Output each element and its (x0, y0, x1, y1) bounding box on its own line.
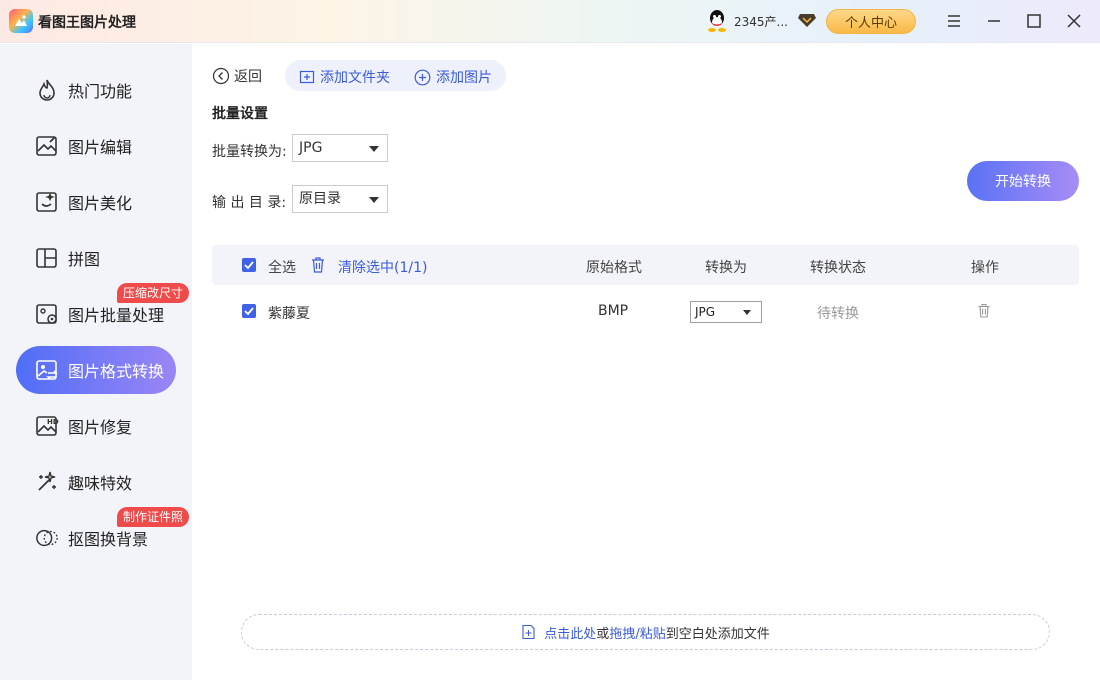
back-arrow-icon (212, 67, 230, 85)
magic-wand-icon (35, 470, 59, 494)
check-icon (244, 261, 254, 270)
sidebar: 热门功能 图片编辑 图片美化 拼图 图片批量处理 压缩改尺寸 图片格式转换 HD (0, 44, 192, 680)
svg-text:HD: HD (47, 418, 59, 426)
row-delete-icon[interactable] (977, 303, 991, 323)
header-convert-to: 转换为 (705, 260, 747, 276)
app-logo-icon (9, 9, 33, 33)
add-folder-icon (299, 70, 315, 84)
collage-icon (35, 246, 59, 270)
row-format-select[interactable]: JPG (690, 301, 762, 323)
select-all-checkbox[interactable] (242, 258, 256, 272)
badge-compress-resize: 压缩改尺寸 (117, 283, 190, 303)
image-beautify-icon (35, 190, 59, 214)
back-button[interactable]: 返回 (212, 66, 262, 86)
row-original-format: BMP (598, 303, 629, 319)
check-icon (244, 307, 254, 316)
sidebar-item-image-convert[interactable]: 图片格式转换 (16, 346, 176, 394)
close-icon[interactable] (1064, 11, 1084, 31)
flame-icon (35, 78, 59, 102)
clear-selected-link[interactable]: 清除选中(1/1) (338, 257, 427, 277)
app-title: 看图王图片处理 (38, 15, 136, 31)
drop-zone[interactable]: 点击此处 或 拖拽/粘贴 到空白处添加文件 (241, 614, 1050, 650)
add-folder-button[interactable]: 添加文件夹 (299, 67, 390, 87)
badge-id-photo: 制作证件照 (117, 507, 190, 527)
click-here-link[interactable]: 点击此处 (544, 623, 596, 642)
header-status: 转换状态 (810, 260, 866, 276)
row-file-name: 紫藤夏 (268, 306, 310, 322)
chevron-down-icon (369, 146, 379, 152)
convert-to-label: 批量转换为: (212, 144, 287, 160)
top-action-row: 返回 (212, 61, 282, 91)
row-status: 待转换 (817, 306, 859, 322)
add-file-icon (522, 624, 535, 640)
sidebar-item-image-repair[interactable]: HD 图片修复 (16, 402, 176, 450)
maximize-icon[interactable] (1024, 11, 1044, 31)
header-original-format: 原始格式 (586, 260, 642, 276)
output-dir-select[interactable]: 原目录 (292, 185, 388, 213)
menu-icon[interactable] (944, 11, 964, 31)
minimize-icon[interactable] (984, 11, 1004, 31)
output-dir-label: 输 出 目 录: (212, 195, 287, 211)
batch-icon (35, 302, 59, 326)
qq-avatar-icon[interactable] (706, 9, 728, 33)
select-all-label[interactable]: 全选 (268, 257, 296, 277)
add-image-button[interactable]: 添加图片 (414, 67, 492, 87)
title-bar: 看图王图片处理 2345产... 个人中心 (0, 0, 1100, 43)
chevron-down-icon (743, 310, 751, 315)
image-edit-icon (35, 134, 59, 158)
user-name[interactable]: 2345产... (734, 13, 788, 30)
trash-icon[interactable] (310, 256, 326, 278)
header-action: 操作 (971, 260, 999, 276)
sidebar-item-collage[interactable]: 拼图 (16, 234, 176, 282)
vip-diamond-icon[interactable] (797, 12, 817, 28)
cutout-icon (35, 526, 59, 550)
chevron-down-icon (369, 197, 379, 203)
start-convert-button[interactable]: 开始转换 (967, 161, 1079, 201)
sidebar-item-fun-effects[interactable]: 趣味特效 (16, 458, 176, 506)
drag-paste-link[interactable]: 拖拽/粘贴 (609, 623, 665, 642)
batch-settings-title: 批量设置 (212, 106, 268, 122)
image-convert-icon (35, 358, 59, 382)
sidebar-item-image-beautify[interactable]: 图片美化 (16, 178, 176, 226)
personal-center-button[interactable]: 个人中心 (826, 9, 916, 34)
sidebar-item-image-edit[interactable]: 图片编辑 (16, 122, 176, 170)
hd-icon: HD (35, 414, 59, 438)
row-checkbox[interactable] (242, 304, 256, 318)
batch-format-select[interactable]: JPG (292, 134, 388, 162)
add-circle-icon (414, 69, 431, 85)
sidebar-item-hot[interactable]: 热门功能 (16, 66, 176, 114)
